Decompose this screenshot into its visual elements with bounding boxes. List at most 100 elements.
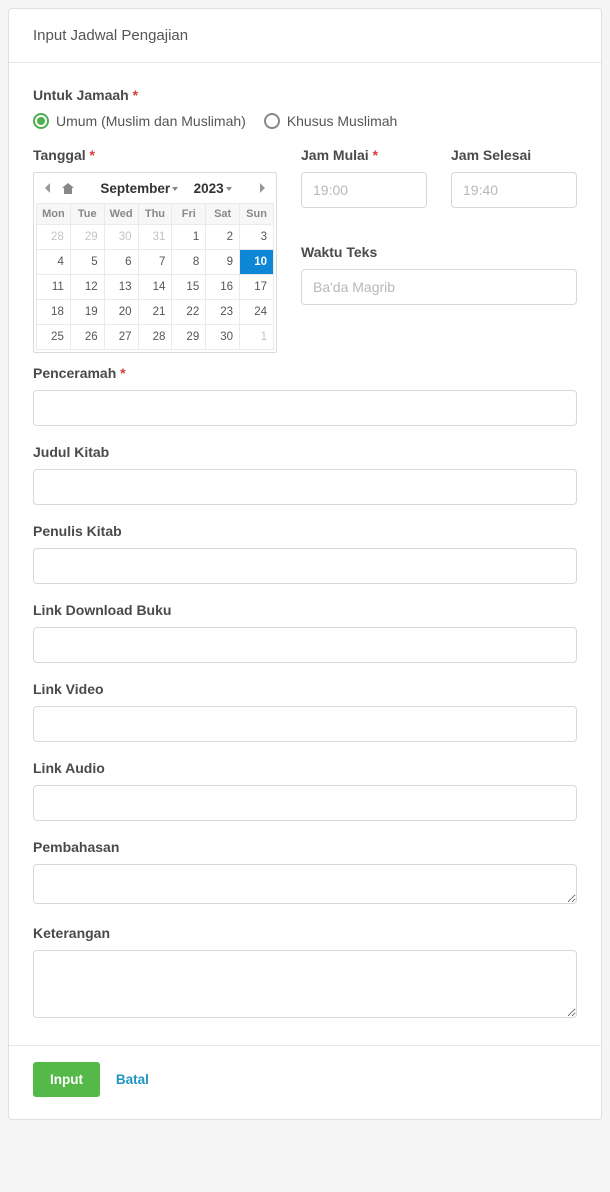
cal-day[interactable]: 15: [172, 275, 206, 300]
cal-today-button[interactable]: [58, 179, 78, 197]
penceramah-input[interactable]: [33, 390, 577, 426]
tanggal-group: Tanggal * September 2023: [33, 147, 277, 353]
pembahasan-label: Pembahasan: [33, 839, 577, 855]
cal-dow: Wed: [104, 204, 138, 225]
form-card: Input Jadwal Pengajian Untuk Jamaah * Um…: [8, 8, 602, 1120]
penulis-kitab-input[interactable]: [33, 548, 577, 584]
cal-day[interactable]: 1: [240, 325, 274, 350]
jam-selesai-input[interactable]: [451, 172, 577, 208]
jam-mulai-label: Jam Mulai *: [301, 147, 427, 163]
cal-dow: Mon: [37, 204, 71, 225]
link-download-input[interactable]: [33, 627, 577, 663]
cal-dow: Fri: [172, 204, 206, 225]
card-header: Input Jadwal Pengajian: [9, 9, 601, 63]
cal-title: September 2023: [80, 181, 252, 196]
cal-next-button[interactable]: [254, 180, 270, 196]
home-icon: [62, 182, 74, 194]
chevron-down-icon: [226, 187, 232, 191]
waktu-teks-group: Waktu Teks: [301, 244, 577, 305]
cal-day[interactable]: 6: [104, 250, 138, 275]
keterangan-label: Keterangan: [33, 925, 577, 941]
cal-day[interactable]: 3: [240, 225, 274, 250]
jam-selesai-label: Jam Selesai: [451, 147, 577, 163]
cal-day[interactable]: 25: [37, 325, 71, 350]
pembahasan-input[interactable]: [33, 864, 577, 904]
calendar-header: September 2023: [36, 177, 274, 203]
pembahasan-group: Pembahasan: [33, 839, 577, 907]
cal-day[interactable]: 30: [104, 225, 138, 250]
judul-kitab-label: Judul Kitab: [33, 444, 577, 460]
cal-day[interactable]: 16: [206, 275, 240, 300]
date-time-row: Tanggal * September 2023: [33, 147, 577, 353]
cal-day[interactable]: 14: [138, 275, 172, 300]
waktu-teks-input[interactable]: [301, 269, 577, 305]
cal-dow: Sun: [240, 204, 274, 225]
waktu-teks-label: Waktu Teks: [301, 244, 577, 260]
calendar: September 2023 MonTueWedThuFriSatSun 282…: [33, 172, 277, 353]
cal-day[interactable]: 8: [172, 250, 206, 275]
cal-day[interactable]: 30: [206, 325, 240, 350]
cal-day[interactable]: 10: [240, 250, 274, 275]
link-download-label: Link Download Buku: [33, 602, 577, 618]
cal-day[interactable]: 18: [37, 300, 71, 325]
cal-day[interactable]: 22: [172, 300, 206, 325]
link-audio-input[interactable]: [33, 785, 577, 821]
keterangan-input[interactable]: [33, 950, 577, 1018]
submit-button[interactable]: Input: [33, 1062, 100, 1097]
radio-dot-icon: [264, 113, 280, 129]
radio-dot-icon: [33, 113, 49, 129]
judul-kitab-group: Judul Kitab: [33, 444, 577, 505]
page-title: Input Jadwal Pengajian: [33, 27, 188, 44]
cal-day[interactable]: 2: [206, 225, 240, 250]
cal-dow: Tue: [70, 204, 104, 225]
cal-day[interactable]: 28: [37, 225, 71, 250]
cal-year-button[interactable]: 2023: [194, 181, 232, 196]
jamaah-radio-row: Umum (Muslim dan Muslimah) Khusus Muslim…: [33, 113, 577, 129]
cal-day[interactable]: 4: [37, 250, 71, 275]
cal-day[interactable]: 20: [104, 300, 138, 325]
cal-day[interactable]: 13: [104, 275, 138, 300]
cal-day[interactable]: 11: [37, 275, 71, 300]
penceramah-label: Penceramah *: [33, 365, 577, 381]
cal-day[interactable]: 5: [70, 250, 104, 275]
link-video-input[interactable]: [33, 706, 577, 742]
chevron-down-icon: [172, 187, 178, 191]
cal-day[interactable]: 29: [70, 225, 104, 250]
jam-mulai-input[interactable]: [301, 172, 427, 208]
cancel-button[interactable]: Batal: [104, 1062, 161, 1097]
cal-day[interactable]: 24: [240, 300, 274, 325]
cal-day[interactable]: 21: [138, 300, 172, 325]
cal-month-button[interactable]: September: [100, 181, 178, 196]
cal-day[interactable]: 31: [138, 225, 172, 250]
cal-day[interactable]: 12: [70, 275, 104, 300]
cal-day[interactable]: 27: [104, 325, 138, 350]
cal-day[interactable]: 26: [70, 325, 104, 350]
cal-day[interactable]: 19: [70, 300, 104, 325]
cal-dow: Sat: [206, 204, 240, 225]
times-column: Jam Mulai * Jam Selesai Waktu Teks: [301, 147, 577, 353]
cal-day[interactable]: 29: [172, 325, 206, 350]
cal-day[interactable]: 7: [138, 250, 172, 275]
cal-day[interactable]: 9: [206, 250, 240, 275]
cal-day[interactable]: 23: [206, 300, 240, 325]
link-video-group: Link Video: [33, 681, 577, 742]
cal-day[interactable]: 28: [138, 325, 172, 350]
radio-muslimah[interactable]: Khusus Muslimah: [264, 113, 398, 129]
penulis-kitab-label: Penulis Kitab: [33, 523, 577, 539]
cal-day[interactable]: 1: [172, 225, 206, 250]
link-audio-label: Link Audio: [33, 760, 577, 776]
penulis-kitab-group: Penulis Kitab: [33, 523, 577, 584]
link-download-group: Link Download Buku: [33, 602, 577, 663]
radio-umum[interactable]: Umum (Muslim dan Muslimah): [33, 113, 246, 129]
penceramah-group: Penceramah *: [33, 365, 577, 426]
time-row: Jam Mulai * Jam Selesai: [301, 147, 577, 226]
keterangan-group: Keterangan: [33, 925, 577, 1021]
required-star: *: [133, 87, 138, 103]
card-footer: Input Batal: [9, 1045, 601, 1119]
cal-day[interactable]: 17: [240, 275, 274, 300]
link-audio-group: Link Audio: [33, 760, 577, 821]
card-body: Untuk Jamaah * Umum (Muslim dan Muslimah…: [9, 63, 601, 1045]
judul-kitab-input[interactable]: [33, 469, 577, 505]
cal-prev-button[interactable]: [40, 180, 56, 196]
jamaah-label: Untuk Jamaah *: [33, 87, 577, 103]
